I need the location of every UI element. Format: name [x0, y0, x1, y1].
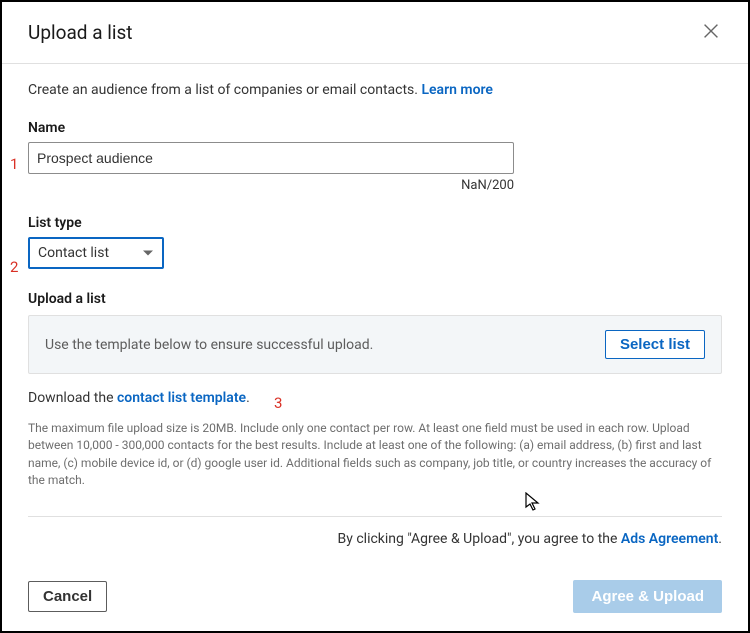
modal-footer: Cancel Agree & Upload [2, 566, 748, 631]
upload-label: Upload a list [28, 291, 722, 307]
learn-more-link[interactable]: Learn more [421, 82, 492, 98]
intro-text: Create an audience from a list of compan… [28, 82, 722, 98]
modal-title: Upload a list [28, 21, 133, 44]
download-suffix: . [246, 390, 250, 406]
upload-list-modal: Upload a list Create an audience from a … [0, 0, 750, 633]
chevron-down-icon [142, 247, 154, 259]
agreement-suffix: . [718, 531, 722, 547]
modal-header: Upload a list [2, 2, 748, 64]
contact-list-template-link[interactable]: contact list template [117, 390, 246, 406]
agreement-line: By clicking "Agree & Upload", you agree … [28, 531, 722, 547]
list-type-select[interactable]: Contact list [28, 237, 164, 269]
list-type-label: List type [28, 215, 722, 231]
ads-agreement-link[interactable]: Ads Agreement [621, 531, 718, 547]
char-counter: NaN/200 [28, 178, 514, 193]
upload-hint: Use the template below to ensure success… [45, 337, 373, 353]
divider [28, 516, 722, 517]
select-list-button[interactable]: Select list [605, 330, 705, 359]
upload-box: Use the template below to ensure success… [28, 315, 722, 374]
name-label: Name [28, 120, 722, 136]
agreement-prefix: By clicking "Agree & Upload", you agree … [338, 531, 621, 547]
upload-fine-print: The maximum file upload size is 20MB. In… [28, 420, 722, 490]
cancel-button[interactable]: Cancel [28, 581, 107, 612]
download-line: Download the contact list template. [28, 390, 722, 406]
modal-body: Create an audience from a list of compan… [2, 64, 748, 566]
intro-label: Create an audience from a list of compan… [28, 82, 421, 98]
download-prefix: Download the [28, 390, 117, 406]
close-icon [700, 20, 722, 42]
name-input[interactable] [28, 142, 514, 174]
agree-upload-button[interactable]: Agree & Upload [573, 580, 722, 613]
close-button[interactable] [696, 16, 726, 49]
list-type-selected: Contact list [38, 245, 109, 261]
